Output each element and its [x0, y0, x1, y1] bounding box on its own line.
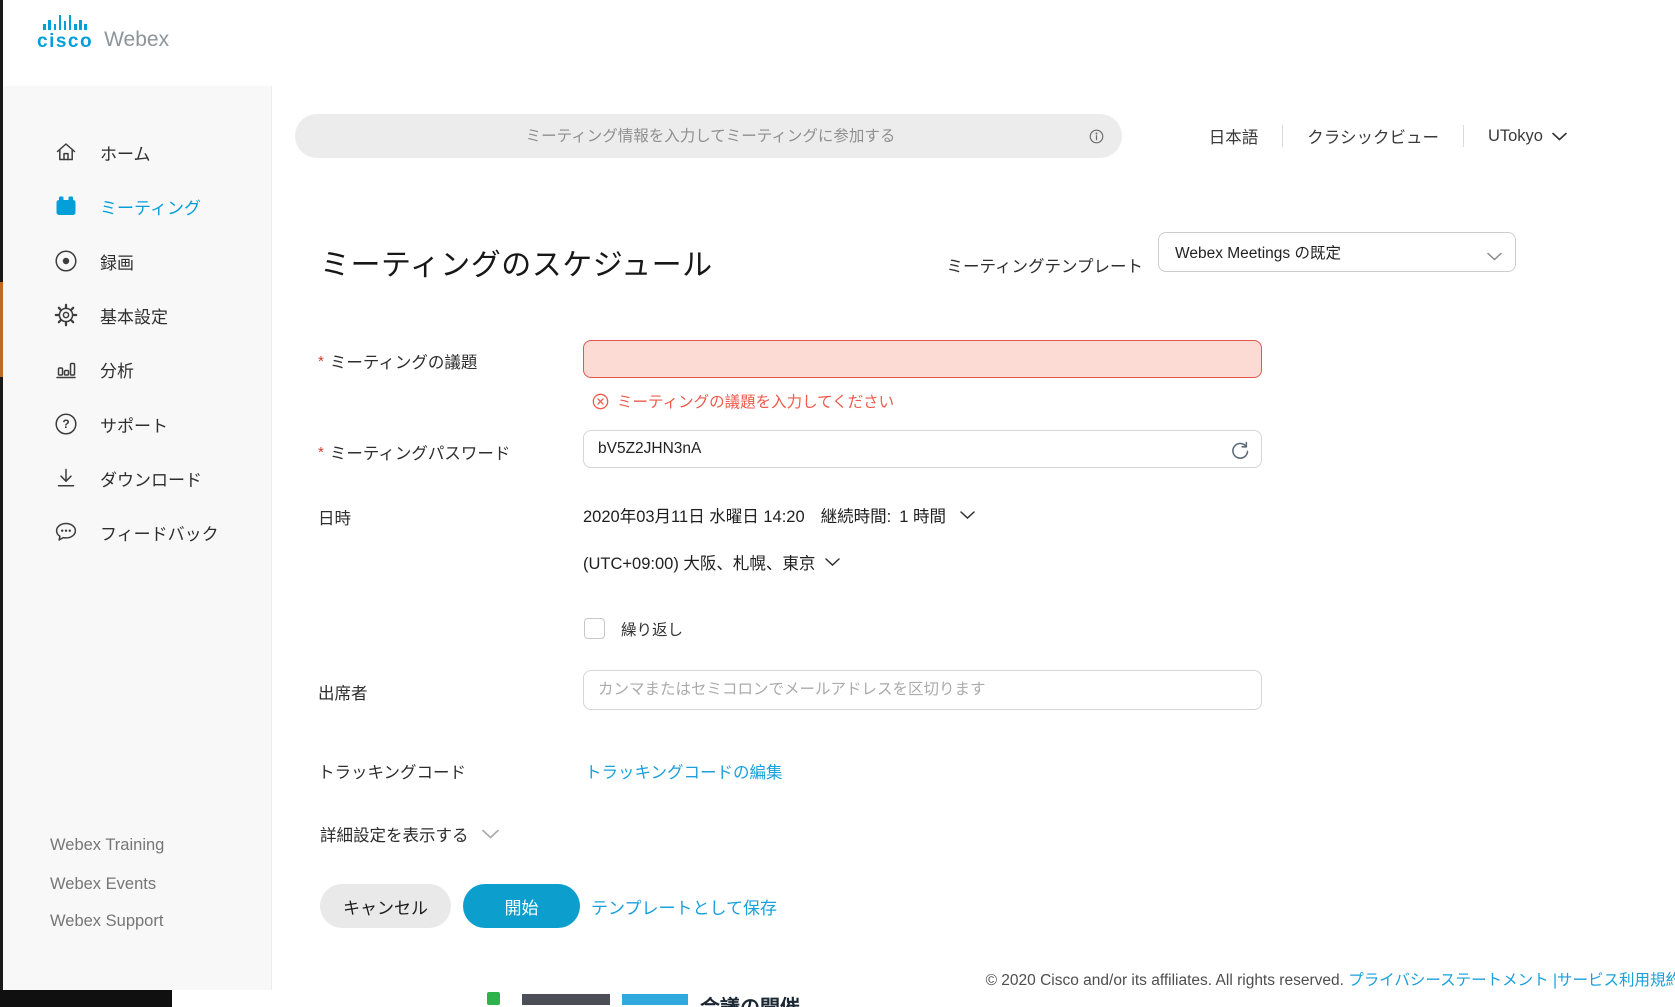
- sidebar-nav: ホーム ミーティング 録画 基本設定 分析 ? サポート ダウンロード フィード: [3, 86, 272, 990]
- duration-value: 1 時間: [899, 503, 946, 527]
- chevron-down-icon: [960, 511, 975, 519]
- divider: [1463, 125, 1464, 147]
- timezone-row[interactable]: (UTC+09:00) 大阪、札幌、東京: [583, 550, 840, 574]
- background-window-fragment: [0, 990, 172, 1007]
- show-advanced-settings-toggle[interactable]: 詳細設定を表示する: [320, 822, 499, 846]
- template-dropdown[interactable]: Webex Meetings の既定: [1158, 232, 1516, 272]
- background-window-partial-title: 会議の開催: [700, 990, 960, 1007]
- sidebar-item-label: 分析: [100, 357, 134, 382]
- sidebar-item-label: 基本設定: [100, 303, 168, 328]
- footer-separator: |: [1549, 972, 1557, 989]
- error-icon: [592, 393, 609, 410]
- background-window-text-fragment: [522, 994, 610, 1005]
- chevron-down-icon: [1487, 248, 1502, 266]
- topic-error: ミーティングの議題を入力してください: [592, 390, 894, 412]
- privacy-statement-link[interactable]: プライバシーステートメント: [1348, 972, 1548, 989]
- required-asterisk: *: [318, 353, 324, 370]
- template-label: ミーティングテンプレート: [946, 253, 1143, 277]
- timezone-value: (UTC+09:00) 大阪、札幌、東京: [583, 550, 815, 574]
- chevron-down-icon: [482, 829, 499, 839]
- home-icon: [53, 139, 79, 165]
- chevron-down-icon: [825, 558, 840, 566]
- topic-label: *ミーティングの議題: [318, 349, 477, 373]
- duration-label: 継続時間:: [821, 503, 892, 527]
- background-window-link-fragment: [622, 994, 688, 1005]
- user-name: UTokyo: [1488, 127, 1543, 146]
- template-value: Webex Meetings の既定: [1175, 241, 1341, 263]
- search-input[interactable]: [295, 114, 1126, 160]
- sidebar-item-feedback[interactable]: フィードバック: [3, 505, 271, 559]
- speech-bubble-icon: [53, 519, 79, 545]
- link-webex-events[interactable]: Webex Events: [50, 875, 156, 894]
- svg-text:?: ?: [62, 417, 69, 431]
- attendees-input[interactable]: [583, 670, 1262, 710]
- language-link[interactable]: 日本語: [1209, 124, 1259, 148]
- top-navigation: 日本語 クラシックビュー UTokyo: [1209, 114, 1567, 158]
- footer: © 2020 Cisco and/or its affiliates. All …: [986, 968, 1675, 990]
- webex-wordmark: Webex: [104, 29, 169, 51]
- sidebar-item-meetings[interactable]: ミーティング: [3, 179, 271, 233]
- copyright-text: © 2020 Cisco and/or its affiliates. All …: [986, 972, 1349, 989]
- sidebar-item-preferences[interactable]: 基本設定: [3, 288, 271, 342]
- gear-icon: [53, 302, 79, 328]
- sidebar-item-label: 録画: [100, 249, 134, 274]
- datetime-row[interactable]: 2020年03月11日 水曜日 14:20 継続時間: 1 時間: [583, 503, 975, 527]
- sidebar-item-recordings[interactable]: 録画: [3, 234, 271, 288]
- datetime-value: 2020年03月11日 水曜日 14:20: [583, 503, 805, 527]
- tracking-label: トラッキングコード: [318, 759, 466, 783]
- app-header: cisco Webex: [3, 0, 1675, 86]
- sidebar-item-insights[interactable]: 分析: [3, 342, 271, 396]
- sidebar-item-label: サポート: [100, 412, 168, 437]
- advanced-label: 詳細設定を表示する: [320, 822, 469, 846]
- cisco-webex-logo: cisco Webex: [37, 13, 169, 51]
- recurrence-checkbox[interactable]: [584, 618, 605, 639]
- chevron-down-icon: [1552, 132, 1567, 141]
- cancel-button[interactable]: キャンセル: [320, 884, 451, 928]
- link-webex-support[interactable]: Webex Support: [50, 912, 163, 931]
- required-asterisk: *: [318, 444, 324, 461]
- cisco-wordmark: cisco: [37, 32, 93, 51]
- attendees-label: 出席者: [318, 680, 368, 704]
- save-as-template-link[interactable]: テンプレートとして保存: [591, 894, 777, 919]
- sidebar-item-home[interactable]: ホーム: [3, 125, 271, 179]
- webex-scheduler-page: cisco Webex ホーム ミーティング 録画 基本設定 分析 ? サポート: [0, 0, 1675, 1007]
- bar-chart-icon: [53, 356, 79, 382]
- record-icon: [53, 248, 79, 274]
- terms-of-service-link[interactable]: サービス利用規約: [1557, 972, 1675, 989]
- link-webex-training[interactable]: Webex Training: [50, 836, 164, 855]
- topic-error-text: ミーティングの議題を入力してください: [617, 390, 894, 412]
- page-title: ミーティングのスケジュール: [320, 240, 713, 284]
- join-meeting-search: [295, 114, 1122, 158]
- recurrence-label: 繰り返し: [621, 618, 683, 640]
- password-label: *ミーティングパスワード: [318, 440, 510, 464]
- calendar-icon: [53, 193, 79, 219]
- edit-tracking-code-link[interactable]: トラッキングコードの編集: [585, 759, 783, 783]
- background-window-green-icon: [487, 992, 500, 1005]
- sidebar-item-label: ダウンロード: [100, 466, 202, 491]
- sidebar-item-label: フィードバック: [100, 520, 219, 545]
- divider: [1282, 125, 1283, 147]
- topic-input[interactable]: [583, 340, 1262, 378]
- sidebar-item-label: ホーム: [100, 140, 151, 165]
- question-icon: ?: [53, 411, 79, 437]
- user-menu[interactable]: UTokyo: [1488, 127, 1567, 146]
- password-input[interactable]: [583, 430, 1262, 468]
- download-icon: [53, 465, 79, 491]
- cisco-bars-icon: [43, 13, 86, 30]
- classic-view-link[interactable]: クラシックビュー: [1307, 124, 1439, 148]
- sidebar-item-label: ミーティング: [100, 194, 201, 219]
- start-button[interactable]: 開始: [463, 884, 580, 928]
- sidebar-item-support[interactable]: ? サポート: [3, 397, 271, 451]
- info-icon[interactable]: [1087, 127, 1106, 146]
- datetime-label: 日時: [318, 505, 351, 529]
- regenerate-password-icon[interactable]: [1228, 438, 1250, 460]
- sidebar-item-downloads[interactable]: ダウンロード: [3, 451, 271, 505]
